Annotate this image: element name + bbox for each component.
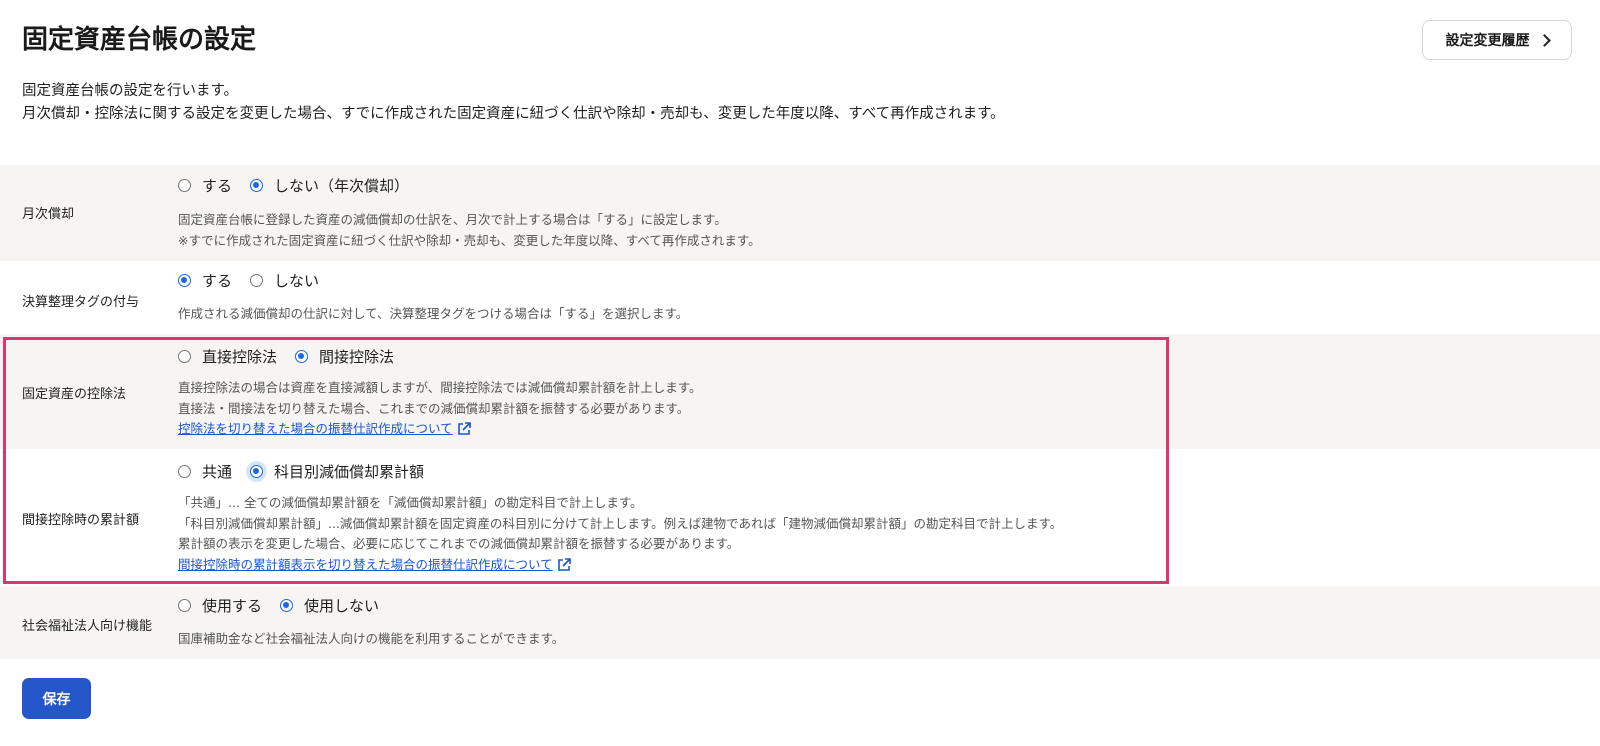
intro-line: 月次償却・控除法に関する設定を変更した場合、すでに作成された固定資産に紐づく仕訳… [22,106,1005,122]
radio-option-indirect[interactable]: 間接控除法 [295,346,394,367]
radio-button[interactable] [178,274,191,287]
setting-description: 固定資産台帳に登録した資産の減価償却の仕訳を、月次で計上する場合は「する」に設定… [178,210,761,251]
radio-button[interactable] [250,179,264,192]
description-line: 国庫補助金など社会福祉法人向けの機能を利用することができます。 [178,631,565,646]
radio-button[interactable] [178,465,191,478]
description-line: 作成される減価償却の仕訳に対して、決算整理タグをつける場合は「する」を選択します… [178,306,689,321]
description-line: 「共通」... 全ての減価償却累計額を「減価償却累計額」の勘定科目で計上します。 [178,495,643,510]
setting-description: 直接控除法の場合は資産を直接減額しますが、間接控除法では減価償却累計額を計上しま… [178,378,702,440]
radio-group-social-welfare: 使用する 使用しない [178,595,397,616]
radio-option-use[interactable]: 使用する [178,595,262,616]
description-line: 累計額の表示を変更した場合、必要に応じてこれまでの減価償却累計額を振替する必要が… [178,536,740,551]
radio-label: する [202,272,233,290]
description-line: ※すでに作成された固定資産に紐づく仕訳や除却・売却も、変更した年度以降、すべて再… [178,232,761,248]
radio-group-monthly-depreciation: する しない（年次償却） [178,175,427,196]
intro-line: 固定資産台帳の設定を行います。 [22,83,239,99]
page-title: 固定資産台帳の設定 [22,25,257,55]
external-link-icon[interactable] [456,421,472,437]
radio-group-deduction-method: 直接控除法 間接控除法 [178,346,412,367]
radio-button[interactable] [178,350,191,363]
radio-label: する [202,177,233,195]
external-link-icon[interactable] [556,557,572,573]
description-line: 直接法・間接法を切り替えた場合、これまでの減価償却累計額を振替する必要があります… [178,400,690,416]
setting-label: 固定資産の控除法 [22,387,127,402]
radio-button[interactable] [280,599,294,612]
radio-label: 使用しない [304,597,380,615]
setting-description: 作成される減価償却の仕訳に対して、決算整理タグをつける場合は「する」を選択します… [178,304,688,325]
radio-option-by-account[interactable]: 科目別減価償却累計額 [250,461,424,482]
radio-label: 直接控除法 [202,348,278,366]
radio-button[interactable] [178,599,191,612]
description-line: 「科目別減価償却累計額」...減価償却累計額を固定資産の科目別に分けて計上します… [178,515,1063,531]
chevron-right-icon [1537,33,1551,47]
help-link-row: 間接控除時の累計額表示を切り替えた場合の振替仕訳作成について [178,555,1062,576]
setting-description: 国庫補助金など社会福祉法人向けの機能を利用することができます。 [178,629,564,650]
radio-option-not-use[interactable]: 使用しない [280,595,379,616]
history-button-label: 設定変更履歴 [1445,33,1530,49]
radio-button[interactable] [250,465,264,478]
help-link-row: 控除法を切り替えた場合の振替仕訳作成について [178,419,702,440]
radio-label: 間接控除法 [319,348,395,366]
radio-option-dont[interactable]: しない [250,270,319,291]
help-link-deduction-method[interactable]: 控除法を切り替えた場合の振替仕訳作成について [178,421,453,436]
radio-label: 科目別減価償却累計額 [274,463,425,481]
radio-label: 使用する [202,597,263,615]
radio-label: しない（年次償却） [274,177,410,195]
radio-option-direct[interactable]: 直接控除法 [178,346,277,367]
radio-group-indirect-accumulated: 共通 科目別減価償却累計額 [178,461,442,482]
setting-row-social-welfare: 社会福祉法人向け機能 使用する 使用しない 国庫補助金など社会福祉法人向けの機能… [0,586,1600,659]
setting-label: 社会福祉法人向け機能 [22,619,153,634]
history-button[interactable]: 設定変更履歴 [1422,20,1572,60]
radio-option-common[interactable]: 共通 [178,461,232,482]
radio-label: 共通 [202,463,233,481]
radio-button[interactable] [178,179,191,192]
radio-label: しない [274,272,320,290]
setting-row-indirect-accumulated: 間接控除時の累計額 共通 科目別減価償却累計額 「共通」... 全ての減価償却累… [0,449,1600,586]
radio-button[interactable] [295,350,309,363]
radio-option-do[interactable]: する [178,175,232,196]
setting-label: 月次償却 [22,207,75,222]
radio-button[interactable] [250,274,264,287]
intro-text: 固定資産台帳の設定を行います。 月次償却・控除法に関する設定を変更した場合、すで… [22,80,1005,126]
setting-row-monthly-depreciation: 月次償却 する しない（年次償却） 固定資産台帳に登録した資産の減価償却の仕訳を… [0,165,1600,261]
description-line: 固定資産台帳に登録した資産の減価償却の仕訳を、月次で計上する場合は「する」に設定… [178,212,727,227]
help-link-accumulated-display[interactable]: 間接控除時の累計額表示を切り替えた場合の振替仕訳作成について [178,557,553,572]
setting-row-deduction-method: 固定資産の控除法 直接控除法 間接控除法 直接控除法の場合は資産を直接減額します… [0,334,1600,449]
radio-option-do[interactable]: する [178,270,232,291]
setting-description: 「共通」... 全ての減価償却累計額を「減価償却累計額」の勘定科目で計上します。… [178,493,1062,575]
setting-label: 間接控除時の累計額 [22,513,140,528]
save-button[interactable]: 保存 [22,678,91,719]
setting-label: 決算整理タグの付与 [22,295,140,310]
description-line: 直接控除法の場合は資産を直接減額しますが、間接控除法では減価償却累計額を計上しま… [178,380,702,395]
setting-row-closing-tag: 決算整理タグの付与 する しない 作成される減価償却の仕訳に対して、決算整理タグ… [0,261,1600,334]
radio-group-closing-tag: する しない [178,270,337,291]
radio-option-dont[interactable]: しない（年次償却） [250,175,409,196]
